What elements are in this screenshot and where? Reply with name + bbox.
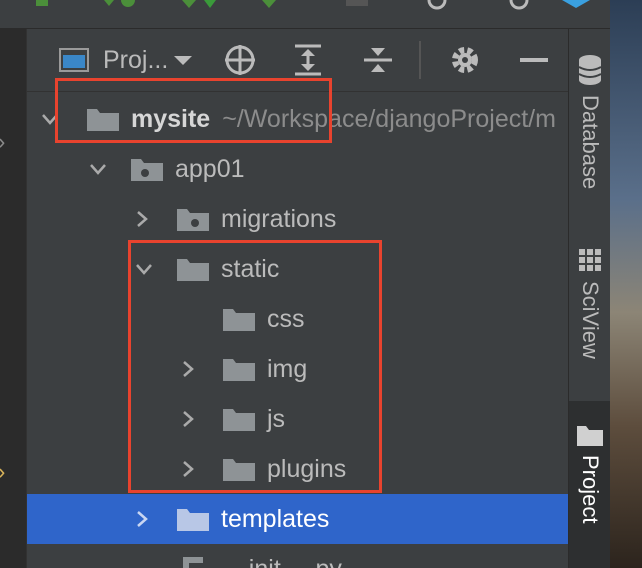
tree-item-label: static [221, 254, 280, 283]
chevron-right-icon[interactable] [127, 194, 157, 244]
chevron-right-icon[interactable] [127, 494, 157, 544]
chevron-right-icon[interactable] [173, 344, 203, 394]
grid-icon [579, 249, 601, 271]
folder-module-icon [131, 159, 163, 181]
tree-item-label: __init__.py [221, 555, 342, 568]
stop-icon[interactable] [346, 0, 368, 6]
tree-item-css[interactable]: css [27, 294, 568, 344]
run-icon[interactable] [204, 0, 216, 8]
locate-file-icon[interactable] [223, 43, 257, 77]
settings-icon[interactable] [509, 0, 529, 10]
folder-module-icon [177, 209, 209, 231]
project-panel: Proj... mysite ~/Workspace/djangoProject… [27, 29, 568, 568]
tab-project[interactable]: Project [569, 401, 611, 568]
chevron-down-icon[interactable] [35, 94, 65, 144]
project-view-icon[interactable] [57, 46, 91, 74]
tab-sciview[interactable]: SciView [569, 247, 611, 411]
tree-item-label: css [267, 304, 305, 333]
toolbar-icons [36, 0, 590, 10]
main-toolbar [0, 0, 642, 29]
tab-database[interactable]: Database [569, 53, 611, 243]
collapse-all-icon[interactable] [361, 43, 395, 77]
project-path: ~/Workspace/djangoProject/m [222, 104, 556, 133]
project-tree: mysite ~/Workspace/djangoProject/m app01… [27, 91, 568, 568]
tree-item-static[interactable]: static [27, 244, 568, 294]
tree-item-label: js [267, 404, 286, 433]
tree-item-migrations[interactable]: migrations [27, 194, 568, 244]
tab-label: SciView [578, 281, 603, 359]
tree-item-label: app01 [175, 154, 245, 183]
chevron-down-icon[interactable] [83, 144, 113, 194]
run-config-icon[interactable] [36, 0, 48, 6]
project-panel-header: Proj... [27, 29, 568, 92]
tree-item-init-py[interactable]: __init__.py [27, 544, 568, 568]
tab-label: Database [578, 95, 603, 190]
tree-item-label: plugins [267, 454, 347, 483]
desktop-background [610, 0, 642, 568]
tree-item-label: mysite [131, 104, 211, 133]
view-selector-label: Proj... [103, 45, 169, 74]
folder-icon [577, 426, 603, 446]
folder-icon [223, 459, 255, 481]
search-everywhere-icon[interactable] [427, 0, 447, 10]
tree-item-js[interactable]: js [27, 394, 568, 444]
expand-all-icon[interactable] [291, 43, 325, 77]
database-icon [578, 55, 602, 85]
tab-label: Project [578, 455, 603, 524]
tree-item-mysite[interactable]: mysite ~/Workspace/djangoProject/m [27, 94, 568, 144]
tree-item-label: templates [221, 504, 330, 533]
chevron-down-icon[interactable] [129, 244, 159, 294]
coverage-icon[interactable] [121, 0, 135, 7]
tree-item-label: img [267, 354, 308, 383]
toolbox-icon[interactable] [562, 0, 590, 8]
chevron-right-icon: › [0, 129, 5, 155]
chevron-right-icon[interactable] [173, 394, 203, 444]
folder-icon [223, 359, 255, 381]
folder-icon [177, 259, 209, 281]
tree-item-plugins[interactable]: plugins [27, 444, 568, 494]
folder-icon [223, 409, 255, 431]
chevron-down-icon [174, 56, 193, 65]
debug-icon[interactable] [104, 0, 114, 6]
view-selector-dropdown[interactable]: Proj... [103, 43, 194, 77]
editor-gutter: › › [0, 29, 27, 568]
tree-item-app01[interactable]: app01 [27, 144, 568, 194]
tree-item-templates[interactable]: templates [27, 494, 568, 544]
run-concurrency-icon[interactable] [262, 0, 276, 8]
tree-item-label: migrations [221, 204, 337, 233]
tree-item-img[interactable]: img [27, 344, 568, 394]
chevron-right-icon[interactable] [173, 444, 203, 494]
chevron-right-icon: › [0, 459, 5, 485]
header-divider [419, 41, 421, 79]
folder-icon [177, 509, 209, 531]
folder-icon [87, 109, 119, 131]
right-tool-window-bar: Database SciView Project [568, 29, 611, 568]
folder-icon [223, 309, 255, 331]
minimize-icon[interactable] [517, 43, 551, 77]
gear-icon[interactable] [448, 43, 482, 77]
profile-icon[interactable] [182, 0, 196, 8]
python-file-icon [183, 557, 203, 568]
